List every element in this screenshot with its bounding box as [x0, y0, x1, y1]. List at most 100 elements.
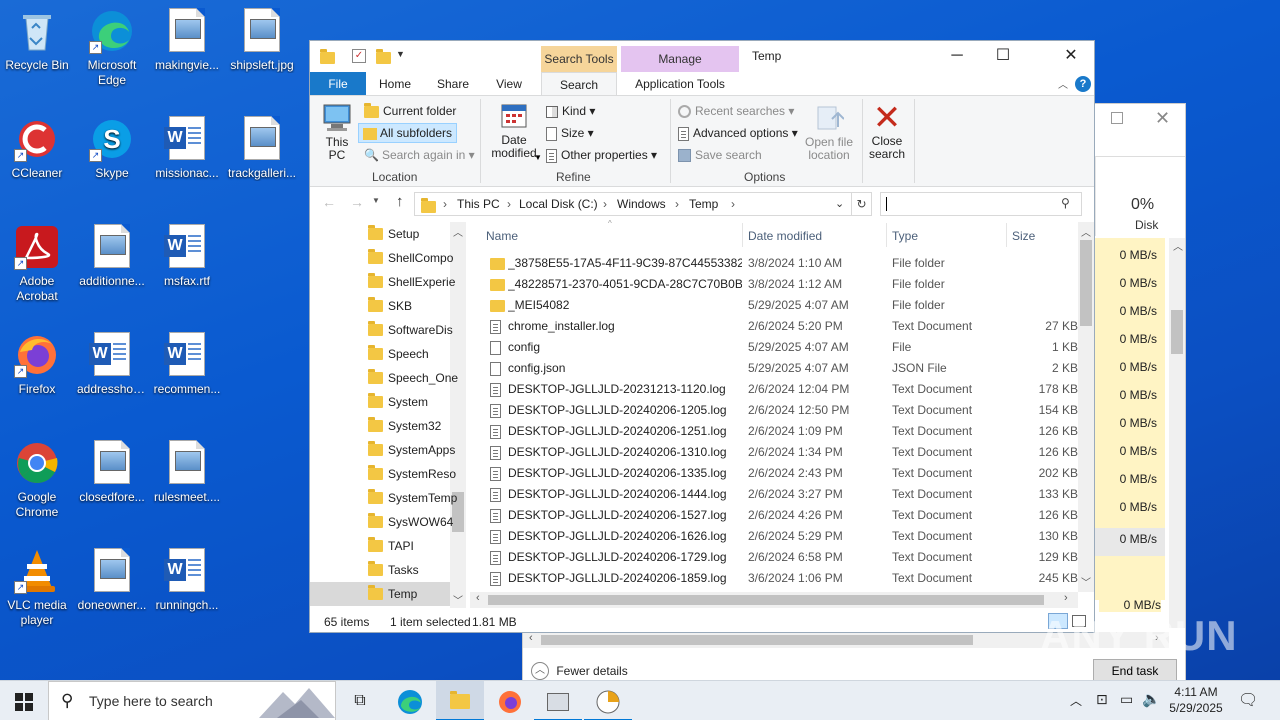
tab-view[interactable]: View	[486, 72, 532, 96]
nav-item-skb[interactable]: SKB	[310, 294, 460, 318]
taskbar-firefox-button[interactable]	[486, 681, 534, 720]
taskbar-explorer-button[interactable]	[436, 681, 484, 720]
desktop-icon-microsoft-edge[interactable]: ↗ Microsoft Edge	[75, 8, 149, 88]
tab-home[interactable]: Home	[370, 72, 420, 96]
file-row[interactable]: DESKTOP-JGLLJLD-20240206-1527.log 2/6/202…	[486, 505, 1080, 526]
column-header-name[interactable]: Name	[486, 228, 518, 244]
size-button[interactable]: Size ▾	[546, 125, 594, 141]
open-file-location-button[interactable]: Open file location	[798, 101, 860, 162]
desktop-icon-closedfore[interactable]: closedfore...	[75, 440, 149, 505]
desktop-icon-skype[interactable]: S ↗ Skype	[75, 116, 149, 181]
breadcrumb-windows[interactable]: Windows	[617, 197, 666, 211]
other-properties-button[interactable]: Other properties ▾	[546, 147, 657, 163]
desktop-icon-ccleaner[interactable]: ↗ CCleaner	[0, 116, 74, 181]
desktop-icon-vlc[interactable]: ↗ VLC media player	[0, 548, 74, 628]
column-header-size[interactable]: Size	[1012, 228, 1035, 244]
nav-item-setup[interactable]: Setup	[310, 222, 460, 246]
file-row[interactable]: DESKTOP-JGLLJLD-20240206-1444.log 2/6/202…	[486, 484, 1080, 505]
nav-item-syswow64[interactable]: SysWOW64	[310, 510, 460, 534]
file-row[interactable]: DESKTOP-JGLLJLD-20240206-1335.log 2/6/202…	[486, 463, 1080, 484]
forward-icon[interactable]: →	[350, 194, 364, 210]
all-subfolders-button[interactable]: All subfolders	[358, 123, 458, 143]
breadcrumb-this-pc[interactable]: This PC	[457, 197, 500, 211]
start-button[interactable]	[0, 681, 48, 720]
desktop-icon-firefox[interactable]: ↗ Firefox	[0, 332, 74, 397]
date-modified-button[interactable]: Date modified ▼	[482, 101, 546, 162]
fewer-details-button[interactable]: ︿ Fewer details	[531, 662, 628, 682]
column-header-date[interactable]: Date modified	[748, 228, 822, 244]
scroll-thumb[interactable]	[1080, 240, 1092, 326]
tab-share[interactable]: Share	[428, 72, 478, 96]
minimize-icon[interactable]: ─	[934, 41, 980, 71]
nav-item-shellcompo[interactable]: ShellCompo	[310, 246, 460, 270]
nav-item-tapi[interactable]: TAPI	[310, 534, 460, 558]
customize-toolbar-icon[interactable]: ▼	[396, 49, 405, 59]
nav-item-temp[interactable]: Temp	[310, 582, 450, 606]
scroll-left-icon[interactable]: ‹	[476, 592, 480, 604]
nav-item-systemapps[interactable]: SystemApps	[310, 438, 460, 462]
taskbar-app-button[interactable]	[534, 681, 582, 720]
file-row[interactable]: config 5/29/2025 4:07 AM File 1 KB	[486, 337, 1080, 358]
refresh-icon[interactable]: ↻	[852, 192, 872, 216]
network-icon[interactable]: ⊡	[1096, 691, 1108, 708]
save-search-button[interactable]: Save search	[678, 147, 762, 163]
nav-item-softwaredis[interactable]: SoftwareDis	[310, 318, 460, 342]
close-search-button[interactable]: ✕ Close search	[866, 101, 908, 161]
this-pc-button[interactable]: This PC	[318, 103, 356, 162]
display-icon[interactable]: ▭	[1120, 691, 1133, 708]
breadcrumb-local-disk[interactable]: Local Disk (C:)	[519, 197, 598, 211]
desktop-icon-msfax[interactable]: W msfax.rtf	[150, 224, 224, 289]
file-row[interactable]: DESKTOP-JGLLJLD-20240206-1729.log 2/6/202…	[486, 547, 1080, 568]
nav-item-speech-one[interactable]: Speech_One	[310, 366, 460, 390]
breadcrumb-temp[interactable]: Temp	[689, 197, 718, 211]
file-row[interactable]: config.json 5/29/2025 4:07 AM JSON File 2 K…	[486, 358, 1080, 379]
search-again-in-button[interactable]: 🔍 Search again in ▾	[364, 147, 475, 163]
scroll-thumb[interactable]	[541, 635, 973, 645]
notifications-icon[interactable]: 🗨	[1238, 690, 1258, 710]
file-list-scrollbar[interactable]: ︿ ﹀	[1078, 222, 1094, 592]
task-view-button[interactable]: ⧉	[336, 681, 384, 720]
nav-item-system[interactable]: System	[310, 390, 460, 414]
help-icon[interactable]: ?	[1075, 76, 1091, 92]
back-icon[interactable]: ←	[322, 194, 336, 210]
file-row[interactable]: _38758E55-17A5-4F11-9C39-87C445533821 3/8…	[486, 253, 1080, 274]
scroll-thumb[interactable]	[1171, 310, 1183, 354]
maximize-icon[interactable]	[1111, 112, 1123, 124]
nav-item-systemtemp[interactable]: SystemTemp	[310, 486, 460, 510]
volume-icon[interactable]: 🔈	[1142, 690, 1161, 708]
current-folder-button[interactable]: Current folder	[362, 101, 456, 121]
nav-item-speech[interactable]: Speech	[310, 342, 460, 366]
scrollbar[interactable]	[1169, 238, 1185, 628]
desktop-icon-recycle-bin[interactable]: Recycle Bin	[0, 8, 74, 73]
file-row[interactable]: DESKTOP-JGLLJLD-20240206-1626.log 2/6/202…	[486, 526, 1080, 547]
scroll-up-icon[interactable]: ︿	[1081, 224, 1091, 239]
scroll-thumb[interactable]	[488, 595, 1044, 605]
advanced-options-button[interactable]: Advanced options ▾	[678, 125, 798, 141]
column-header-type[interactable]: Type	[892, 228, 918, 244]
nav-item-shellexperie[interactable]: ShellExperie	[310, 270, 460, 294]
desktop-icon-adobe-acrobat[interactable]: ↗ Adobe Acrobat	[0, 224, 74, 304]
scroll-down-icon[interactable]: ﹀	[1081, 574, 1091, 589]
clock[interactable]: 4:11 AM 5/29/2025	[1166, 684, 1226, 716]
desktop-icon-shipsleft[interactable]: shipsleft.jpg	[225, 8, 299, 73]
file-row[interactable]: DESKTOP-JGLLJLD-20240206-1859.log 3/6/202…	[486, 568, 1080, 589]
file-row[interactable]: DESKTOP-JGLLJLD-20240206-1310.log 2/6/202…	[486, 442, 1080, 463]
close-icon[interactable]: ✕	[1048, 41, 1094, 71]
scroll-right-icon[interactable]: ›	[1064, 592, 1068, 604]
file-row[interactable]: chrome_installer.log 2/6/2024 5:20 PM Text…	[486, 316, 1080, 337]
desktop-icon-trackgalleri[interactable]: trackgalleri...	[225, 116, 299, 181]
taskbar-search-box[interactable]: ⚲ Type here to search	[48, 681, 336, 720]
new-folder-icon[interactable]	[376, 48, 391, 64]
up-icon[interactable]: ↑	[396, 193, 404, 210]
desktop-icon-google-chrome[interactable]: Google Chrome	[0, 440, 74, 520]
search-icon[interactable]: ⚲	[1061, 196, 1070, 210]
tab-application-tools[interactable]: Application Tools	[621, 72, 739, 96]
desktop-icon-addresshou[interactable]: W addresshou...	[75, 332, 149, 397]
desktop-icon-runningch[interactable]: W runningch...	[150, 548, 224, 613]
taskbar-edge-button[interactable]	[386, 681, 434, 720]
desktop-icon-doneowner[interactable]: doneowner...	[75, 548, 149, 613]
file-row[interactable]: DESKTOP-JGLLJLD-20231213-1120.log 2/6/202…	[486, 379, 1080, 400]
file-row[interactable]: DESKTOP-JGLLJLD-20240206-1251.log 2/6/202…	[486, 421, 1080, 442]
desktop-icon-additionne[interactable]: additionne...	[75, 224, 149, 289]
disk-column-label[interactable]: Disk	[1135, 218, 1158, 232]
